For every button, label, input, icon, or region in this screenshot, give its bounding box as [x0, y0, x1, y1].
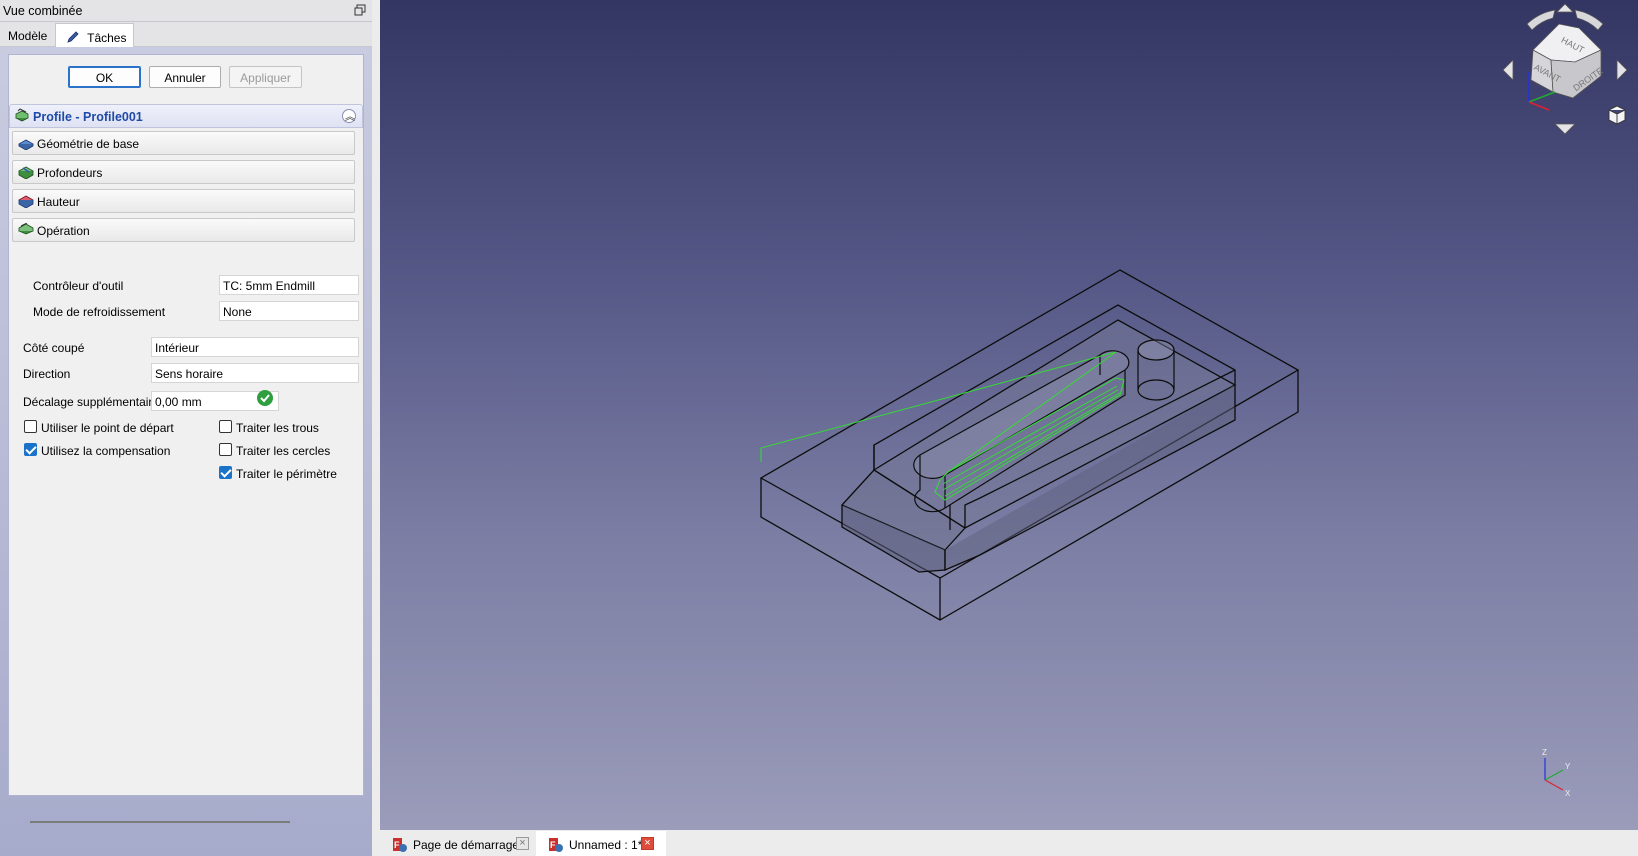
cut-side-select[interactable]: Intérieur	[151, 337, 359, 357]
combo-tabs: Modèle Tâches	[0, 22, 372, 48]
process-holes-label: Traiter les trous	[236, 421, 319, 435]
tab-unnamed-document[interactable]: F Unnamed : 1* ×	[536, 831, 666, 856]
tab-start-page[interactable]: F Page de démarrage ×	[388, 831, 534, 856]
horizontal-scrollbar[interactable]	[30, 821, 290, 823]
profile-section-title: Profile - Profile001	[33, 110, 143, 124]
direction-select[interactable]: Sens horaire	[151, 363, 359, 383]
arrow-down-icon[interactable]	[1554, 123, 1576, 135]
tab-tasks-label: Tâches	[87, 31, 127, 45]
group-label: Profondeurs	[37, 166, 103, 180]
document-tabs: F Page de démarrage × F Unnamed : 1* ×	[380, 830, 1638, 856]
pencil-icon	[67, 31, 79, 43]
freecad-icon: F	[549, 838, 563, 852]
close-icon[interactable]: ×	[641, 837, 654, 850]
height-icon	[18, 195, 34, 208]
view-menu-cube-icon[interactable]	[1608, 105, 1626, 125]
arrow-right-icon[interactable]	[1616, 59, 1628, 81]
combo-view: Vue combinée Modèle Tâches OK Annuler Ap…	[0, 0, 372, 856]
operation-icon	[18, 223, 34, 235]
coolant-mode-select[interactable]: None	[219, 301, 359, 321]
tool-controller-label: Contrôleur d'outil	[33, 279, 124, 293]
close-icon[interactable]: ×	[516, 837, 529, 850]
group-label: Hauteur	[37, 195, 80, 209]
freecad-icon: F	[393, 838, 407, 852]
tab-unnamed-label: Unnamed : 1*	[569, 838, 643, 852]
tool-controller-select[interactable]: TC: 5mm Endmill	[219, 275, 359, 295]
process-circles-label: Traiter les cercles	[236, 444, 331, 458]
process-circles-checkbox[interactable]	[219, 443, 232, 456]
axis-triad: Z Y X	[1542, 748, 1571, 798]
apply-button[interactable]: Appliquer	[229, 66, 302, 88]
use-compensation-label: Utilisez la compensation	[41, 444, 171, 458]
use-start-point-checkbox[interactable]	[24, 420, 37, 433]
part-wireframe	[840, 304, 1237, 573]
use-compensation-checkbox[interactable]	[24, 443, 37, 456]
tab-tasks[interactable]: Tâches	[55, 23, 135, 48]
cut-side-label: Côté coupé	[23, 341, 85, 355]
group-operation[interactable]: Opération	[12, 218, 355, 242]
arrow-left-icon[interactable]	[1502, 59, 1514, 81]
group-label: Géométrie de base	[37, 137, 140, 151]
coolant-mode-label: Mode de refroidissement	[33, 305, 166, 319]
process-perimeter-label: Traiter le périmètre	[236, 467, 337, 481]
profile-section-header[interactable]: Profile - Profile001 ︽	[9, 104, 363, 128]
collapse-button[interactable]: ︽	[342, 109, 356, 123]
depths-icon	[18, 166, 34, 179]
combo-view-titlebar: Vue combinée	[0, 0, 372, 22]
rotate-left-arrow-icon[interactable]	[1526, 9, 1556, 31]
tab-model[interactable]: Modèle	[1, 23, 54, 47]
ok-button[interactable]: OK	[68, 66, 141, 88]
extra-offset-label: Décalage supplémentaire	[23, 395, 160, 409]
group-depths[interactable]: Profondeurs	[12, 160, 355, 184]
profile-operation-icon	[15, 108, 29, 122]
3d-view[interactable]: HAUT AVANT DROITE Z Y X	[380, 0, 1638, 830]
3d-scene: HAUT AVANT DROITE Z Y X	[759, 3, 1628, 798]
rotate-right-arrow-icon[interactable]	[1574, 9, 1604, 31]
combo-view-title: Vue combinée	[3, 4, 83, 18]
float-window-icon[interactable]	[354, 4, 366, 16]
valid-check-icon	[257, 390, 273, 406]
tab-start-page-label: Page de démarrage	[413, 838, 520, 852]
process-perimeter-checkbox[interactable]	[219, 466, 232, 479]
axis-y-label: Y	[1565, 762, 1571, 771]
cancel-button[interactable]: Annuler	[149, 66, 221, 88]
arrow-up-icon[interactable]	[1556, 3, 1574, 13]
group-height[interactable]: Hauteur	[12, 189, 355, 213]
group-base-geometry[interactable]: Géométrie de base	[12, 131, 355, 155]
navigation-cube[interactable]: HAUT AVANT DROITE	[1502, 3, 1628, 135]
chevron-up-icon: ︽	[345, 112, 355, 123]
process-holes-checkbox[interactable]	[219, 420, 232, 433]
axis-z-label: Z	[1542, 748, 1547, 757]
group-label: Opération	[37, 224, 90, 238]
direction-label: Direction	[23, 367, 71, 381]
tab-model-label: Modèle	[8, 29, 48, 43]
base-geometry-icon	[18, 139, 34, 150]
use-start-point-label: Utiliser le point de départ	[41, 421, 174, 435]
axis-x-label: X	[1565, 789, 1571, 798]
